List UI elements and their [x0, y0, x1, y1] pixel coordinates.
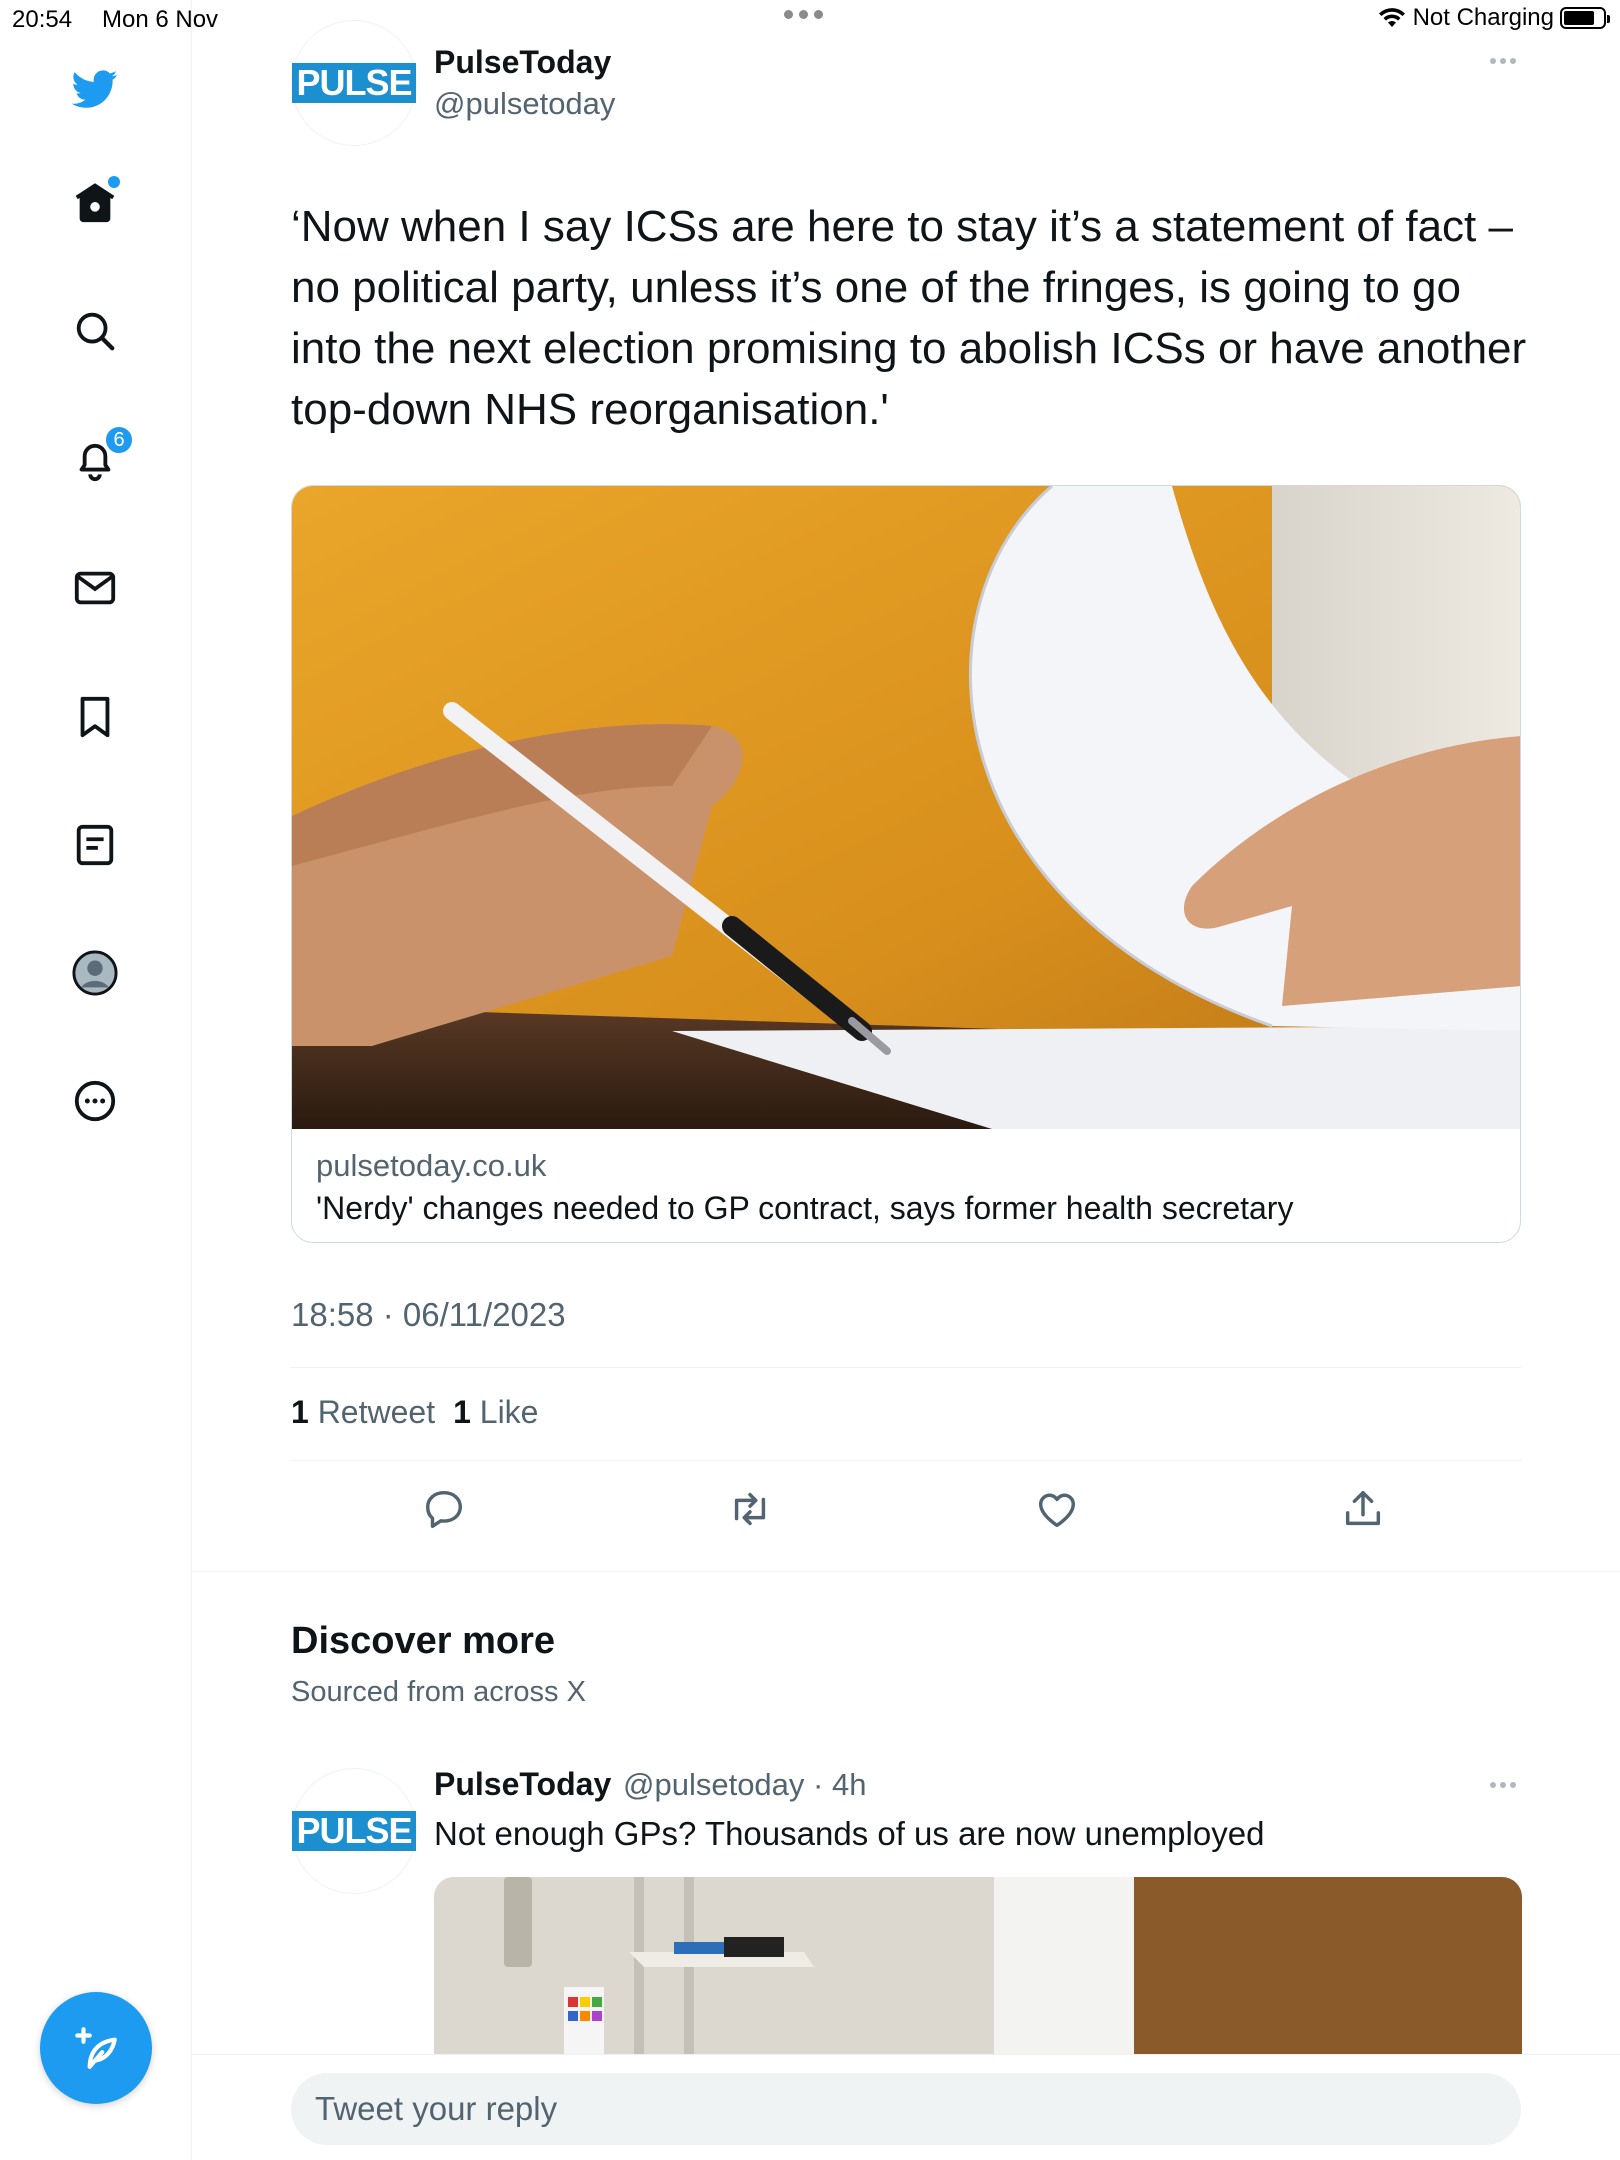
- compose-icon: [75, 2027, 117, 2069]
- card-title: 'Nerdy' changes needed to GP contract, s…: [316, 1190, 1294, 1226]
- tweet2-more-options-icon[interactable]: [1490, 1782, 1516, 1788]
- tweet-timestamp[interactable]: 18:58 · 06/11/2023: [291, 1296, 566, 1334]
- tweet2-meta[interactable]: @pulsetoday · 4h: [623, 1767, 866, 1803]
- discover-subtitle: Sourced from across X: [291, 1676, 586, 1708]
- card-domain: pulsetoday.co.uk: [316, 1148, 547, 1183]
- retweets-count: 1: [291, 1394, 309, 1430]
- sidebar: 6: [0, 0, 192, 2160]
- article-image: [292, 486, 1520, 1129]
- notifications-badge: 6: [104, 425, 134, 455]
- likes-stat[interactable]: 1 Like: [453, 1394, 538, 1431]
- tweet2-author-name[interactable]: PulseToday: [434, 1766, 611, 1803]
- author-avatar[interactable]: PULSE: [291, 20, 417, 146]
- link-card[interactable]: pulsetoday.co.uk 'Nerdy' changes needed …: [291, 485, 1521, 1243]
- profile-icon[interactable]: [66, 944, 124, 1002]
- likes-count: 1: [453, 1394, 471, 1430]
- search-icon[interactable]: [66, 302, 124, 360]
- main-content: PULSE PulseToday @pulsetoday ‘Now when I…: [192, 0, 1620, 2160]
- bookmark-icon[interactable]: [66, 688, 124, 746]
- divider: [291, 1367, 1521, 1368]
- author-name[interactable]: PulseToday: [434, 44, 611, 81]
- home-icon[interactable]: [66, 174, 124, 232]
- divider: [291, 1460, 1521, 1461]
- reply-icon[interactable]: [421, 1486, 467, 1532]
- bell-icon[interactable]: 6: [66, 425, 134, 489]
- retweet-icon[interactable]: [727, 1486, 773, 1532]
- discover-title: Discover more: [291, 1620, 556, 1662]
- likes-label: Like: [479, 1394, 539, 1430]
- tweet2-text: Not enough GPs? Thousands of us are now …: [434, 1815, 1265, 1852]
- tweet-text: ‘Now when I say ICSs are here to stay it…: [291, 202, 1527, 434]
- like-icon[interactable]: [1034, 1486, 1080, 1532]
- section-divider: [192, 1571, 1620, 1572]
- home-unread-dot: [108, 176, 120, 188]
- twitter-bird-icon[interactable]: [66, 60, 124, 118]
- share-icon[interactable]: [1340, 1486, 1386, 1532]
- pulse-logo: PULSE: [292, 1811, 416, 1851]
- pulse-logo: PULSE: [292, 63, 416, 103]
- retweets-stat[interactable]: 1 Retweet: [291, 1394, 435, 1431]
- tweet2-author-avatar[interactable]: PULSE: [291, 1768, 417, 1894]
- reply-bar: [192, 2054, 1620, 2160]
- more-options-icon[interactable]: [1490, 58, 1516, 64]
- compose-button[interactable]: [40, 1992, 152, 2104]
- tweet2-image[interactable]: [434, 1877, 1522, 2057]
- lists-icon[interactable]: [66, 816, 124, 874]
- tweet2-photo: [434, 1877, 1522, 2057]
- more-circle-icon[interactable]: [66, 1072, 124, 1130]
- author-handle[interactable]: @pulsetoday: [434, 86, 615, 122]
- retweets-label: Retweet: [317, 1394, 436, 1430]
- mail-icon[interactable]: [66, 559, 124, 617]
- reply-input[interactable]: [291, 2073, 1521, 2145]
- engagement-stats: 1 Retweet 1 Like: [291, 1394, 538, 1431]
